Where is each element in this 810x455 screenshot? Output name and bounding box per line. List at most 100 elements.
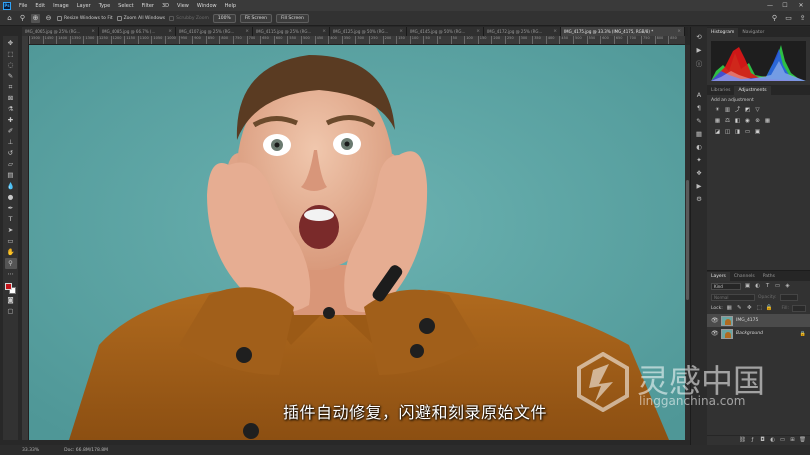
close-icon[interactable]: ×: [399, 29, 403, 34]
scroll-thumb[interactable]: [686, 180, 689, 300]
share-icon[interactable]: ⇪: [798, 13, 807, 22]
fx-icon[interactable]: ƒ: [749, 437, 756, 444]
tab-img-4107[interactable]: IMG_4107.jpg @ 25% (RG... ×: [176, 27, 253, 36]
tab-img-4085[interactable]: IMG_4085.jpg @ 66.7% (... ×: [99, 27, 176, 36]
smart-filter-icon[interactable]: ◈: [784, 283, 791, 290]
adjustment-layer-icon[interactable]: ◐: [769, 437, 776, 444]
curves-icon[interactable]: ⤴: [734, 107, 741, 114]
posterize-icon[interactable]: ◫: [724, 129, 731, 136]
history-brush-tool-icon[interactable]: ↺: [5, 148, 17, 159]
menu-filter[interactable]: Filter: [138, 3, 158, 9]
path-selection-tool-icon[interactable]: ➤: [5, 225, 17, 236]
hand-tool-icon[interactable]: ✋: [5, 247, 17, 258]
maximize-button[interactable]: ☐: [778, 0, 792, 11]
tab-img-4115[interactable]: IMG_4115.jpg @ 25% (RG... ×: [253, 27, 330, 36]
brightness-contrast-icon[interactable]: ☀: [714, 107, 721, 114]
zoom-tool-preset-icon[interactable]: ⚲: [18, 14, 27, 23]
close-icon[interactable]: ×: [322, 29, 326, 34]
fill-field[interactable]: [792, 305, 806, 312]
home-icon[interactable]: ⌂: [5, 14, 14, 23]
foreground-color-swatch[interactable]: [5, 283, 12, 290]
menu-select[interactable]: Select: [114, 3, 137, 9]
tab-layers[interactable]: Layers: [707, 272, 730, 281]
lock-position-icon[interactable]: ✥: [746, 305, 753, 312]
tab-adjustments[interactable]: Adjustments: [734, 86, 771, 95]
new-layer-icon[interactable]: ⊞: [789, 437, 796, 444]
trash-icon[interactable]: 🗑: [799, 437, 806, 444]
menu-edit[interactable]: Edit: [31, 3, 49, 9]
link-icon[interactable]: ⛓: [739, 437, 746, 444]
brush-tool-icon[interactable]: ✐: [5, 126, 17, 137]
exposure-icon[interactable]: ◩: [744, 107, 751, 114]
info-panel-icon[interactable]: ⓘ: [694, 58, 705, 68]
history-panel-icon[interactable]: ⟲: [694, 32, 705, 42]
close-icon[interactable]: ×: [245, 29, 249, 34]
selective-color-icon[interactable]: ▣: [754, 129, 761, 136]
blur-tool-icon[interactable]: 💧: [5, 181, 17, 192]
search-icon[interactable]: ⚲: [770, 13, 779, 22]
actions-panel-icon[interactable]: ▶: [694, 45, 705, 55]
tab-img-4065[interactable]: IMG_4065.jpg @ 25% (RG... ×: [22, 27, 99, 36]
hue-saturation-icon[interactable]: ▦: [714, 118, 721, 125]
lock-paint-icon[interactable]: ✎: [736, 305, 743, 312]
clone-stamp-tool-icon[interactable]: ⊥: [5, 137, 17, 148]
zoom-in-icon[interactable]: ⊕: [31, 13, 40, 23]
menu-help[interactable]: Help: [221, 3, 240, 9]
swatches-panel-icon[interactable]: ▦: [694, 129, 705, 139]
zoom-level[interactable]: 33.33%: [22, 448, 39, 453]
opacity-field[interactable]: [779, 294, 798, 301]
dodge-tool-icon[interactable]: ●: [5, 192, 17, 203]
zoom-100-button[interactable]: 100%: [212, 13, 236, 23]
menu-type[interactable]: Type: [95, 3, 114, 9]
lock-pixels-icon[interactable]: ▦: [726, 305, 733, 312]
doc-size[interactable]: Doc: 66.8M/178.8M: [64, 448, 108, 453]
eyedropper-tool-icon[interactable]: ⚗: [5, 104, 17, 115]
fit-screen-button[interactable]: Fit Screen: [239, 13, 272, 23]
tab-histogram[interactable]: Histogram: [707, 28, 739, 37]
tab-img-4125[interactable]: IMG_4125.jpg @ 50% (RG... ×: [330, 27, 407, 36]
folder-icon[interactable]: ▭: [779, 437, 786, 444]
eraser-tool-icon[interactable]: ▱: [5, 159, 17, 170]
menu-view[interactable]: View: [173, 3, 193, 9]
menu-layer[interactable]: Layer: [73, 3, 95, 9]
close-window-button[interactable]: ✕: [794, 0, 808, 11]
menu-3d[interactable]: 3D: [158, 3, 173, 9]
photo-filter-icon[interactable]: ◉: [744, 118, 751, 125]
tab-channels[interactable]: Channels: [730, 272, 759, 281]
screen-mode-icon[interactable]: ▢: [5, 306, 17, 317]
close-icon[interactable]: ×: [677, 29, 681, 34]
zoom-tool-icon[interactable]: ⚲: [4, 258, 17, 269]
workspace-icon[interactable]: ▭: [784, 13, 793, 22]
gradient-tool-icon[interactable]: ▤: [5, 170, 17, 181]
levels-icon[interactable]: ▥: [724, 107, 731, 114]
paragraph-panel-icon[interactable]: ¶: [694, 103, 705, 113]
lock-artboard-icon[interactable]: ⬚: [756, 305, 763, 312]
minimize-button[interactable]: —: [763, 0, 777, 11]
frame-tool-icon[interactable]: ⊠: [5, 93, 17, 104]
eye-icon[interactable]: 👁: [711, 330, 719, 337]
black-white-icon[interactable]: ◧: [734, 118, 741, 125]
color-lookup-icon[interactable]: ▦: [764, 118, 771, 125]
shape-filter-icon[interactable]: ▭: [774, 283, 781, 290]
adjustment-filter-icon[interactable]: ◐: [754, 283, 761, 290]
vibrance-icon[interactable]: ▽: [754, 107, 761, 114]
gradient-map-icon[interactable]: ▭: [744, 129, 751, 136]
tab-img-4172[interactable]: IMG_4172.jpg @ 25% (RG... ×: [484, 27, 561, 36]
mask-icon[interactable]: ◘: [759, 437, 766, 444]
blend-mode-select[interactable]: Normal: [711, 294, 755, 301]
resize-windows-checkbox[interactable]: Resize Windows to Fit: [57, 15, 113, 21]
scrubby-zoom-checkbox[interactable]: Scrubby Zoom: [169, 15, 209, 21]
rectangle-tool-icon[interactable]: ▭: [5, 236, 17, 247]
layer-row[interactable]: 👁 IMG_4175: [707, 314, 810, 327]
fill-screen-button[interactable]: Fill Screen: [275, 13, 309, 23]
properties-panel-icon[interactable]: A: [694, 90, 705, 100]
invert-icon[interactable]: ◪: [714, 129, 721, 136]
eye-icon[interactable]: 👁: [711, 317, 719, 324]
pixel-filter-icon[interactable]: ▣: [744, 283, 751, 290]
kind-filter-select[interactable]: Kind: [711, 283, 741, 290]
glyphs-panel-icon[interactable]: ❖: [694, 168, 705, 178]
play-panel-icon[interactable]: ▶: [694, 181, 705, 191]
zoom-all-windows-checkbox[interactable]: Zoom All Windows: [116, 15, 165, 21]
lock-all-icon[interactable]: 🔒: [766, 305, 773, 312]
tab-libraries[interactable]: Libraries: [707, 86, 734, 95]
